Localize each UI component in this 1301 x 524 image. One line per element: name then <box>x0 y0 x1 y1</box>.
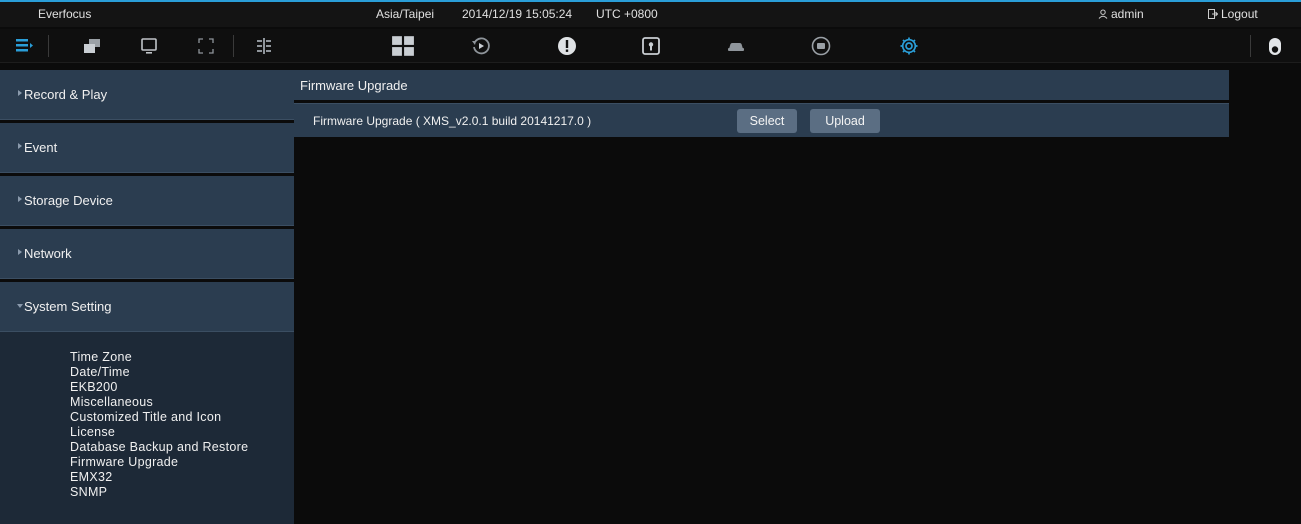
toolbar-divider <box>48 35 49 57</box>
main-content: Firmware Upgrade Firmware Upgrade ( XMS_… <box>294 67 1301 524</box>
expand-arrow-icon <box>18 143 22 149</box>
sidebar-item-record-play[interactable]: Record & Play <box>0 70 294 120</box>
firmware-upgrade-row: Firmware Upgrade ( XMS_v2.0.1 build 2014… <box>294 103 1229 137</box>
timezone-label: Asia/Taipei <box>376 7 435 21</box>
layout-split-icon[interactable] <box>252 34 276 58</box>
page-title: Firmware Upgrade <box>300 78 408 93</box>
list-menu-icon[interactable] <box>12 34 36 58</box>
sidebar-item-label: Event <box>24 140 58 155</box>
expand-arrow-icon <box>18 249 22 255</box>
monitor-icon[interactable] <box>137 34 161 58</box>
user-indicator[interactable]: admin <box>1098 7 1144 21</box>
sidebar-item-event[interactable]: Event <box>0 123 294 173</box>
expand-arrow-icon <box>18 196 22 202</box>
logout-icon <box>1208 9 1218 19</box>
lock-icon[interactable] <box>1263 34 1287 58</box>
sidebar-item-system-setting[interactable]: System Setting <box>0 282 294 332</box>
fullscreen-icon[interactable] <box>194 34 218 58</box>
submenu-item-miscellaneous[interactable]: Miscellaneous <box>70 395 248 410</box>
utc-offset-label: UTC +0800 <box>596 7 658 21</box>
sidebar: Record & Play Event Storage Device Netwo… <box>0 67 294 524</box>
toolbar-divider <box>233 35 234 57</box>
submenu-item-emx32[interactable]: EMX32 <box>70 470 248 485</box>
grid-layout-icon[interactable] <box>389 34 417 58</box>
alarm-icon[interactable] <box>555 34 579 58</box>
settings-gear-icon[interactable] <box>897 34 921 58</box>
playback-icon[interactable] <box>469 34 493 58</box>
sidebar-item-storage-device[interactable]: Storage Device <box>0 176 294 226</box>
expand-arrow-icon <box>18 90 22 96</box>
submenu-item-license[interactable]: License <box>70 425 248 440</box>
brand-name: Everfocus <box>38 7 92 21</box>
logout-label: Logout <box>1221 7 1258 21</box>
car-icon[interactable] <box>724 34 748 58</box>
user-icon <box>1098 9 1108 19</box>
collapse-arrow-icon <box>17 304 23 308</box>
firmware-version-label: Firmware Upgrade ( XMS_v2.0.1 build 2014… <box>313 114 592 128</box>
select-button[interactable]: Select <box>737 109 797 133</box>
windows-icon[interactable] <box>80 34 104 58</box>
lock-box-icon[interactable] <box>639 34 663 58</box>
submenu-item-firmware-upgrade[interactable]: Firmware Upgrade <box>70 455 248 470</box>
submenu-item-customized-title[interactable]: Customized Title and Icon <box>70 410 248 425</box>
sidebar-item-label: System Setting <box>24 299 112 314</box>
main-toolbar <box>0 29 1301 63</box>
logout-link[interactable]: Logout <box>1208 7 1258 21</box>
top-status-bar: Everfocus Asia/Taipei 2014/12/19 15:05:2… <box>0 0 1301 27</box>
sidebar-item-label: Network <box>24 246 72 261</box>
sidebar-item-label: Record & Play <box>24 87 108 102</box>
face-icon[interactable] <box>809 34 833 58</box>
datetime-label: 2014/12/19 15:05:24 <box>462 7 573 21</box>
sidebar-item-network[interactable]: Network <box>0 229 294 279</box>
system-setting-submenu: Time Zone Date/Time EKB200 Miscellaneous… <box>0 332 294 524</box>
panel-header: Firmware Upgrade <box>294 70 1229 100</box>
submenu-item-ekb200[interactable]: EKB200 <box>70 380 248 395</box>
toolbar-divider <box>1250 35 1251 57</box>
submenu-item-database-backup[interactable]: Database Backup and Restore <box>70 440 248 455</box>
submenu-item-time-zone[interactable]: Time Zone <box>70 350 248 365</box>
upload-button[interactable]: Upload <box>810 109 880 133</box>
sidebar-item-label: Storage Device <box>24 193 113 208</box>
submenu-item-date-time[interactable]: Date/Time <box>70 365 248 380</box>
submenu-item-snmp[interactable]: SNMP <box>70 485 248 500</box>
user-name: admin <box>1111 7 1144 21</box>
